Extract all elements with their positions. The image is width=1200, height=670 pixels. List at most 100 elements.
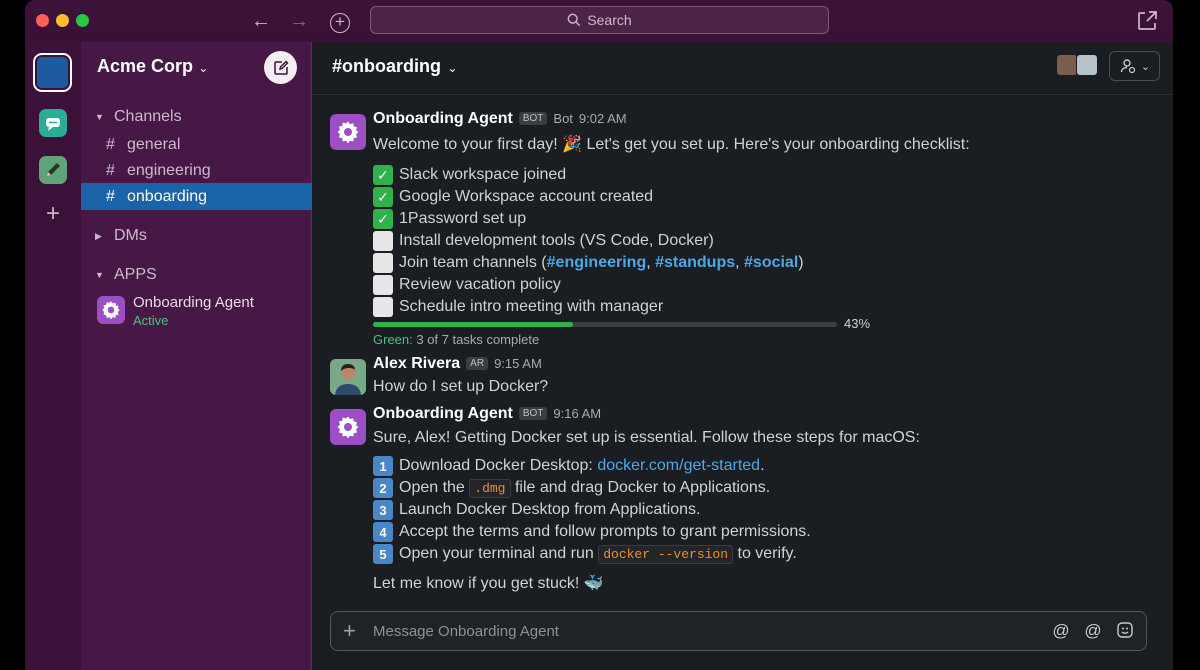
channel-hash-icon: #	[106, 135, 115, 153]
pencil-icon[interactable]	[39, 156, 67, 184]
step-item: 3 Launch Docker Desktop from Applications…	[373, 500, 700, 520]
person-icon	[1120, 59, 1135, 74]
channel-sidebar: Acme Corp ⌄ ▼ Channels # general # engin…	[81, 42, 312, 670]
message-header: Onboarding Agent BOT Bot 9:02 AM	[373, 110, 627, 128]
channel-link-engineering[interactable]: #engineering	[547, 254, 647, 271]
step-item: 2 Open the .dmg file and drag Docker to A…	[373, 478, 770, 498]
channel-link-social[interactable]: #social	[744, 254, 798, 271]
forward-arrow-icon[interactable]: →	[286, 8, 312, 34]
user-badge: AR	[466, 357, 489, 370]
party-emoji: 🎉	[562, 136, 583, 153]
sender-name[interactable]: Onboarding Agent	[373, 405, 513, 423]
step-item: 1 Download Docker Desktop: docker.com/get…	[373, 456, 765, 476]
timestamp[interactable]: 9:02 AM	[579, 111, 627, 126]
docker-link[interactable]: docker.com/get-started	[597, 457, 760, 474]
bot-badge: BOT	[518, 112, 548, 125]
at-mention-icon[interactable]: @	[1051, 621, 1071, 641]
apps-section-label: APPS	[114, 266, 157, 283]
title-bar: ← → + Search	[25, 0, 1173, 42]
message-text: Sure, Alex! Getting Docker set up is ess…	[373, 429, 920, 446]
bot-label: Bot	[553, 111, 573, 126]
checklist-item: ✓ Slack workspace joined	[373, 165, 566, 185]
checkbox-checked-icon: ✓	[373, 209, 393, 229]
workspace-switcher[interactable]	[33, 53, 72, 92]
caret-down-icon: ▼	[95, 112, 104, 122]
new-item-icon[interactable]: +	[327, 8, 353, 34]
app-status: Active	[133, 313, 169, 328]
channels-section-header[interactable]: ▼ Channels	[95, 108, 182, 126]
message-composer: + @ @	[330, 611, 1147, 651]
checkbox-empty-icon	[373, 231, 393, 251]
sidebar-item-general[interactable]: # general	[81, 131, 312, 158]
chevron-down-icon: ⌄	[195, 61, 209, 75]
message-input[interactable]	[373, 612, 973, 650]
chevron-down-icon: ⌄	[1140, 60, 1151, 73]
timestamp[interactable]: 9:16 AM	[553, 406, 601, 421]
sender-name[interactable]: Onboarding Agent	[373, 110, 513, 128]
at-mention-icon[interactable]: @	[1083, 621, 1103, 641]
avatar	[1076, 54, 1098, 76]
checklist-item: Schedule intro meeting with manager	[373, 297, 663, 317]
chat-bubble-icon[interactable]	[39, 109, 67, 137]
message-text: Let me know if you get stuck! 🐳	[373, 575, 604, 592]
step-number: 2	[373, 478, 393, 498]
channel-name: onboarding	[127, 187, 208, 205]
avatar	[1056, 54, 1078, 76]
caret-down-icon: ▼	[95, 270, 104, 280]
progress-bar	[373, 322, 837, 327]
checkbox-empty-icon	[373, 253, 393, 273]
workspace-name[interactable]: Acme Corp ⌄	[97, 56, 208, 77]
gear-icon	[97, 296, 125, 324]
channel-name: general	[127, 135, 181, 153]
open-external-icon[interactable]	[1135, 9, 1159, 33]
inline-code: .dmg	[469, 479, 511, 498]
checklist-item: ✓ 1Password set up	[373, 209, 526, 229]
sidebar-item-engineering[interactable]: # engineering	[81, 157, 312, 184]
header-divider	[312, 94, 1173, 95]
channel-name: engineering	[127, 161, 211, 179]
plus-icon[interactable]: +	[343, 618, 356, 644]
sender-name[interactable]: Alex Rivera	[373, 355, 460, 373]
back-arrow-icon[interactable]: ←	[248, 8, 274, 34]
message-header: Onboarding Agent BOT 9:16 AM	[373, 405, 601, 423]
gear-icon	[330, 409, 366, 445]
add-people-button[interactable]: ⌄	[1109, 51, 1160, 81]
caret-right-icon: ▶	[95, 230, 102, 241]
apps-section-header[interactable]: ▼ APPS	[95, 266, 157, 284]
search-icon	[567, 13, 581, 27]
progress-percent: 43%	[844, 316, 871, 331]
app-window: ← → + Search + Acme Corp ⌄ ▼ Channels #	[25, 0, 1173, 670]
minimize-window-button[interactable]	[56, 14, 69, 27]
progress-fill	[373, 322, 573, 327]
checkbox-checked-icon: ✓	[373, 187, 393, 207]
maximize-window-button[interactable]	[76, 14, 89, 27]
emoji-icon[interactable]	[1115, 621, 1135, 641]
checkbox-empty-icon	[373, 297, 393, 317]
gear-icon	[330, 114, 366, 150]
step-item: 5 Open your terminal and run docker --ver…	[373, 544, 797, 564]
dms-section-header[interactable]: ▶ DMs	[95, 227, 147, 245]
avatar[interactable]	[330, 359, 366, 395]
add-workspace-icon[interactable]: +	[39, 200, 67, 228]
member-avatars[interactable]	[1056, 54, 1098, 76]
search-bar[interactable]: Search	[370, 6, 829, 34]
step-number: 1	[373, 456, 393, 476]
channel-link-standups[interactable]: #standups	[655, 254, 735, 271]
workspace-rail: +	[25, 42, 81, 670]
step-item: 4 Accept the terms and follow prompts to …	[373, 522, 811, 542]
compose-button[interactable]	[264, 51, 297, 84]
checklist-item: Join team channels (#engineering, #stand…	[373, 253, 804, 273]
dms-section-label: DMs	[114, 227, 147, 244]
channel-hash-icon: #	[106, 161, 115, 179]
checklist-item: Install development tools (VS Code, Dock…	[373, 231, 714, 251]
sidebar-item-onboarding[interactable]: # onboarding	[81, 183, 312, 210]
sidebar-item-onboarding-agent[interactable]: Onboarding Agent Active	[97, 294, 254, 328]
channels-section-label: Channels	[114, 108, 182, 125]
whale-emoji: 🐳	[583, 575, 604, 592]
timestamp[interactable]: 9:15 AM	[494, 356, 542, 371]
close-window-button[interactable]	[36, 14, 49, 27]
channel-title[interactable]: #onboarding ⌄	[332, 56, 457, 77]
app-name: Onboarding Agent	[133, 294, 254, 311]
message-text: Welcome to your first day! 🎉 Let's get y…	[373, 136, 970, 153]
channel-main: #onboarding ⌄ ⌄ Onboarding Agent BOT Bot…	[312, 42, 1173, 670]
